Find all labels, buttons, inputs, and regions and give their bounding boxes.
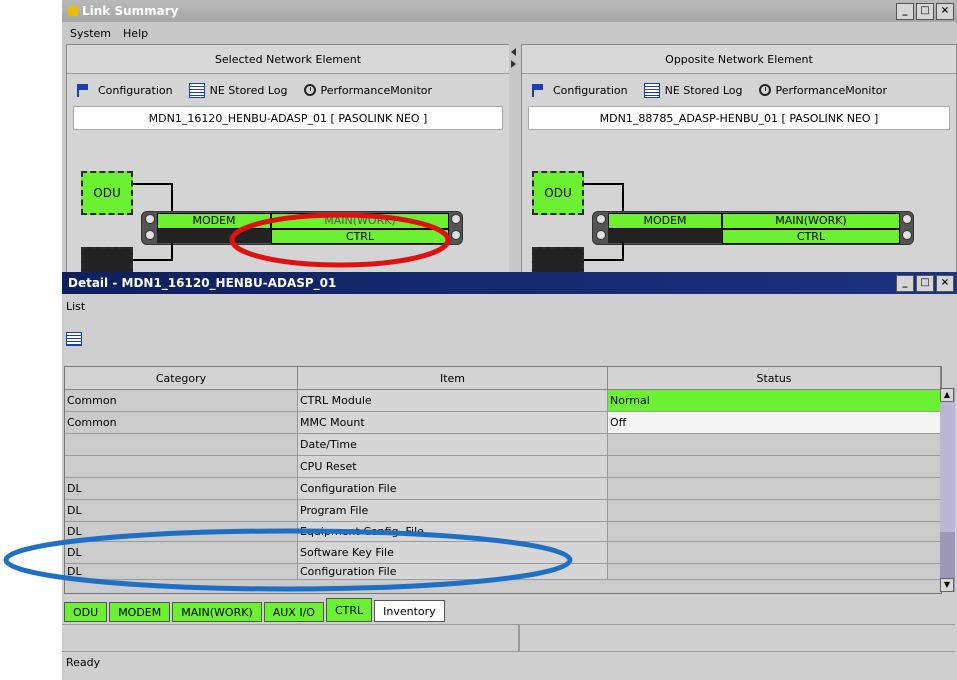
annotation-overlay <box>3 212 573 592</box>
blue-highlight-ellipse <box>3 528 573 592</box>
red-highlight-ellipse <box>229 212 451 268</box>
